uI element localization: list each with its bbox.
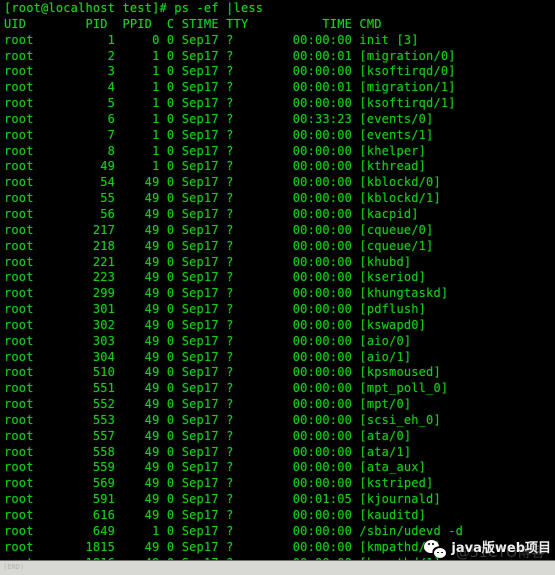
process-row: root 304 49 0 Sep17 ? 00:00:00 [aio/1] <box>4 349 412 364</box>
ps-column-header: UID PID PPID C STIME TTY TIME CMD <box>4 16 382 31</box>
shell-prompt-line: [root@localhost test]# ps -ef |less <box>4 1 264 15</box>
process-row: root 616 49 0 Sep17 ? 00:00:00 [kauditd] <box>4 508 427 522</box>
process-row: root 3 1 0 Sep17 ? 00:00:00 [ksoftirqd/0… <box>4 64 456 79</box>
process-row: root 1815 49 0 Sep17 ? 00:00:00 [kmpathd… <box>4 539 441 554</box>
process-row: root 569 49 0 Sep17 ? 00:00:00 [kstriped… <box>4 476 434 491</box>
process-row: root 218 49 0 Sep17 ? 00:00:00 [cqueue/1… <box>4 238 434 253</box>
process-row: root 54 49 0 Sep17 ? 00:00:00 [kblockd/0… <box>4 175 441 190</box>
process-row: root 510 49 0 Sep17 ? 00:00:00 [kpsmouse… <box>4 365 441 380</box>
process-row: root 591 49 0 Sep17 ? 00:01:05 [kjournal… <box>4 492 441 507</box>
process-row: root 2 1 0 Sep17 ? 00:00:01 [migration/0… <box>4 48 456 63</box>
process-row: root 299 49 0 Sep17 ? 00:00:00 [khungtas… <box>4 286 449 301</box>
process-row: root 7 1 0 Sep17 ? 00:00:00 [events/1] <box>4 127 434 142</box>
terminal-screen[interactable]: [root@localhost test]# ps -ef |less UID … <box>0 0 555 575</box>
pager-status-text: (END) <box>3 563 25 571</box>
process-row: root 302 49 0 Sep17 ? 00:00:00 [kswapd0] <box>4 317 427 332</box>
process-row: root 553 49 0 Sep17 ? 00:00:00 [scsi_eh_… <box>4 412 441 427</box>
process-row: root 559 49 0 Sep17 ? 00:00:00 [ata_aux] <box>4 460 427 475</box>
process-row: root 1 0 0 Sep17 ? 00:00:00 init [3] <box>4 32 419 47</box>
process-row: root 56 49 0 Sep17 ? 00:00:00 [kacpid] <box>4 206 419 221</box>
process-row: root 6 1 0 Sep17 ? 00:33:23 [events/0] <box>4 111 434 126</box>
process-row: root 55 49 0 Sep17 ? 00:00:00 [kblockd/1… <box>4 191 441 206</box>
process-row: root 221 49 0 Sep17 ? 00:00:00 [khubd] <box>4 254 412 269</box>
process-row: root 8 1 0 Sep17 ? 00:00:00 [khelper] <box>4 143 427 158</box>
process-row: root 558 49 0 Sep17 ? 00:00:00 [ata/1] <box>4 444 412 459</box>
process-row: root 649 1 0 Sep17 ? 00:00:00 /sbin/udev… <box>4 523 464 538</box>
window-bottom-strip: (END) <box>0 560 555 575</box>
process-row: root 551 49 0 Sep17 ? 00:00:00 [mpt_poll… <box>4 381 449 396</box>
terminal-window: [root@localhost test]# ps -ef |less UID … <box>0 0 555 575</box>
process-row: root 301 49 0 Sep17 ? 00:00:00 [pdflush] <box>4 302 427 317</box>
process-row: root 5 1 0 Sep17 ? 00:00:00 [ksoftirqd/1… <box>4 96 456 111</box>
process-row: root 557 49 0 Sep17 ? 00:00:00 [ata/0] <box>4 428 412 443</box>
process-row: root 49 1 0 Sep17 ? 00:00:00 [kthread] <box>4 159 427 174</box>
process-row: root 303 49 0 Sep17 ? 00:00:00 [aio/0] <box>4 333 412 348</box>
process-row: root 4 1 0 Sep17 ? 00:00:01 [migration/1… <box>4 80 456 95</box>
process-row: root 223 49 0 Sep17 ? 00:00:00 [kseriod] <box>4 270 427 285</box>
process-row: root 552 49 0 Sep17 ? 00:00:00 [mpt/0] <box>4 397 412 412</box>
process-row: root 217 49 0 Sep17 ? 00:00:00 [cqueue/0… <box>4 222 434 237</box>
process-list: root 1 0 0 Sep17 ? 00:00:00 init [3] root… <box>4 33 555 575</box>
